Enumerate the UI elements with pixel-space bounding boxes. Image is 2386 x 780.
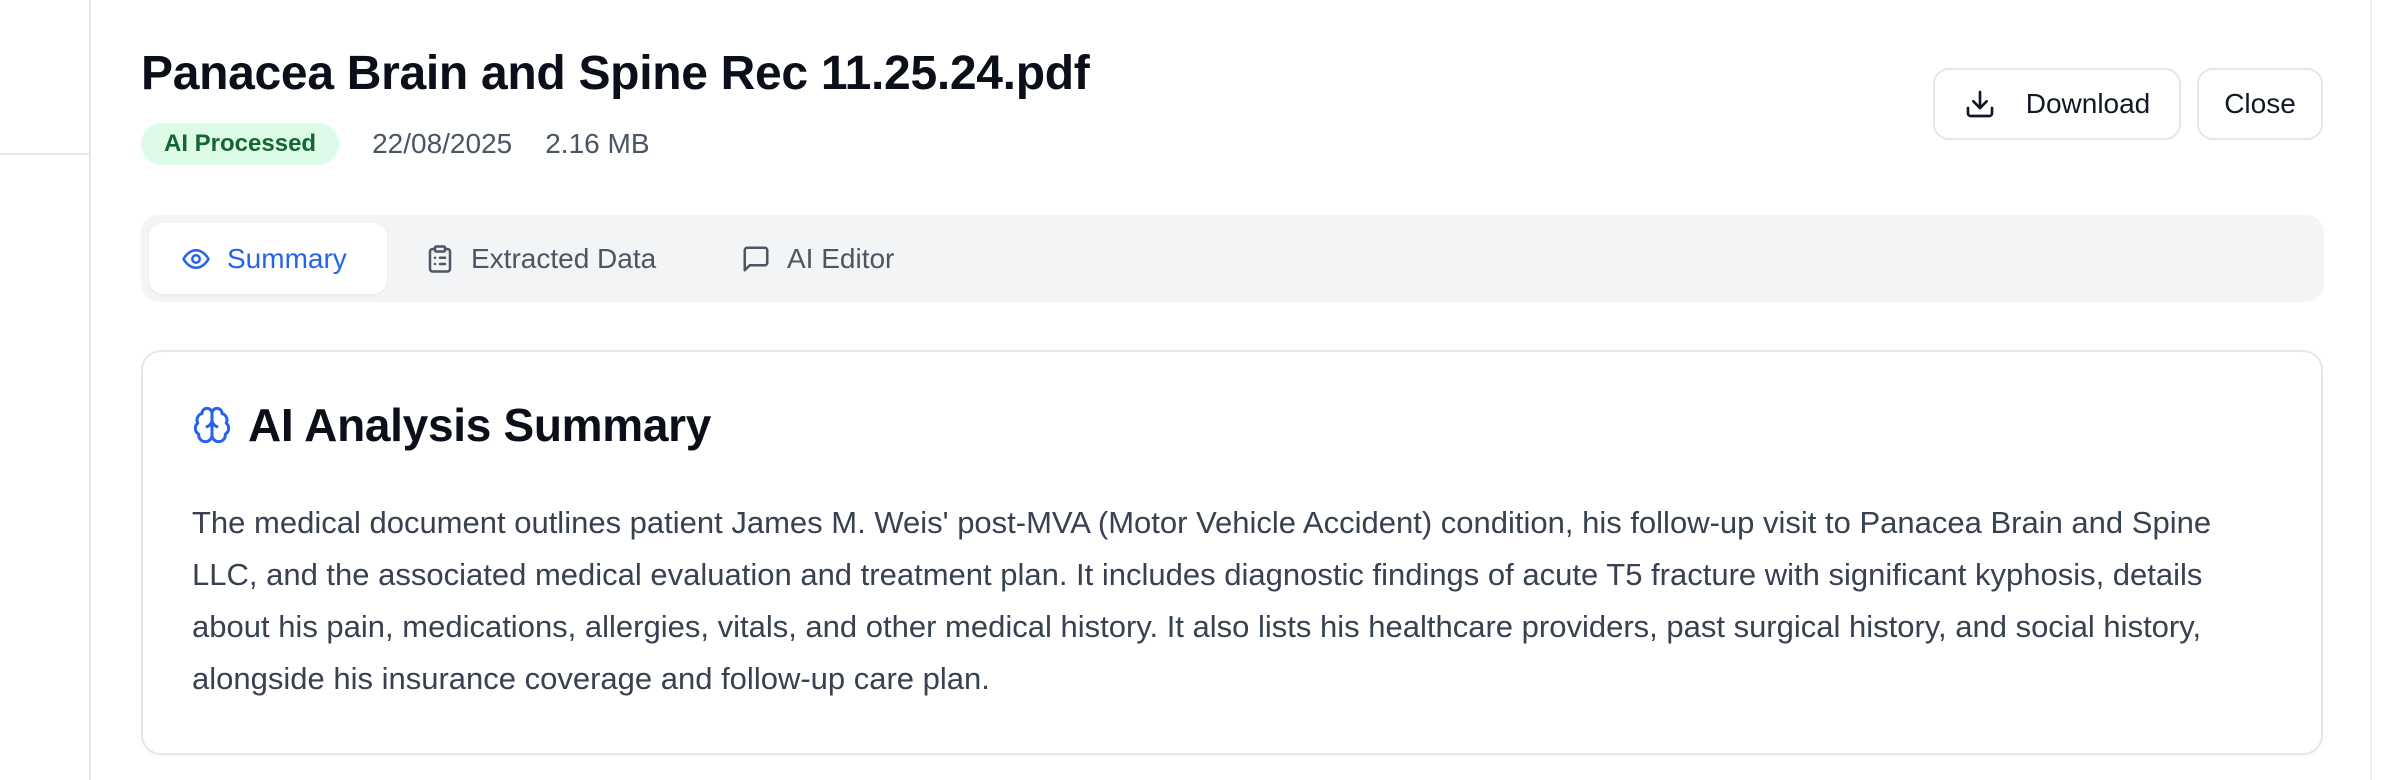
tab-extracted-data-label: Extracted Data [471, 242, 657, 274]
card-header: AI Analysis Summary [192, 398, 711, 452]
status-badge: AI Processed [141, 123, 340, 165]
tab-extracted-data[interactable]: Extracted Data [425, 223, 656, 294]
download-icon [1964, 88, 1996, 120]
left-panel [0, 0, 91, 780]
document-title: Panacea Brain and Spine Rec 11.25.24.pdf [141, 47, 1090, 100]
tab-ai-editor[interactable]: AI Editor [741, 223, 894, 294]
close-button-label: Close [2224, 88, 2296, 119]
summary-text: The medical document outlines patient Ja… [192, 505, 2212, 696]
right-edge-divider [2370, 0, 2372, 780]
clipboard-icon [425, 244, 455, 274]
eye-icon [181, 244, 211, 274]
tab-ai-editor-label: AI Editor [787, 242, 895, 274]
document-date: 22/08/2025 [372, 128, 513, 159]
close-button[interactable]: Close [2197, 68, 2323, 140]
left-panel-divider [0, 153, 89, 155]
tab-summary[interactable]: Summary [149, 223, 387, 294]
card-title: AI Analysis Summary [248, 399, 712, 451]
tab-summary-label: Summary [227, 242, 347, 274]
document-meta: AI Processed 22/08/2025 2.16 MB [141, 122, 650, 166]
document-size: 2.16 MB [545, 128, 650, 159]
tab-bar: Summary Extracted Data AI Editor [141, 215, 2324, 302]
chat-bubble-icon [741, 244, 771, 274]
ai-summary-card: AI Analysis Summary The medical document… [141, 350, 2323, 755]
download-button-label: Download [2025, 88, 2151, 119]
brain-icon [192, 405, 232, 445]
download-button[interactable]: Download [1933, 68, 2181, 140]
